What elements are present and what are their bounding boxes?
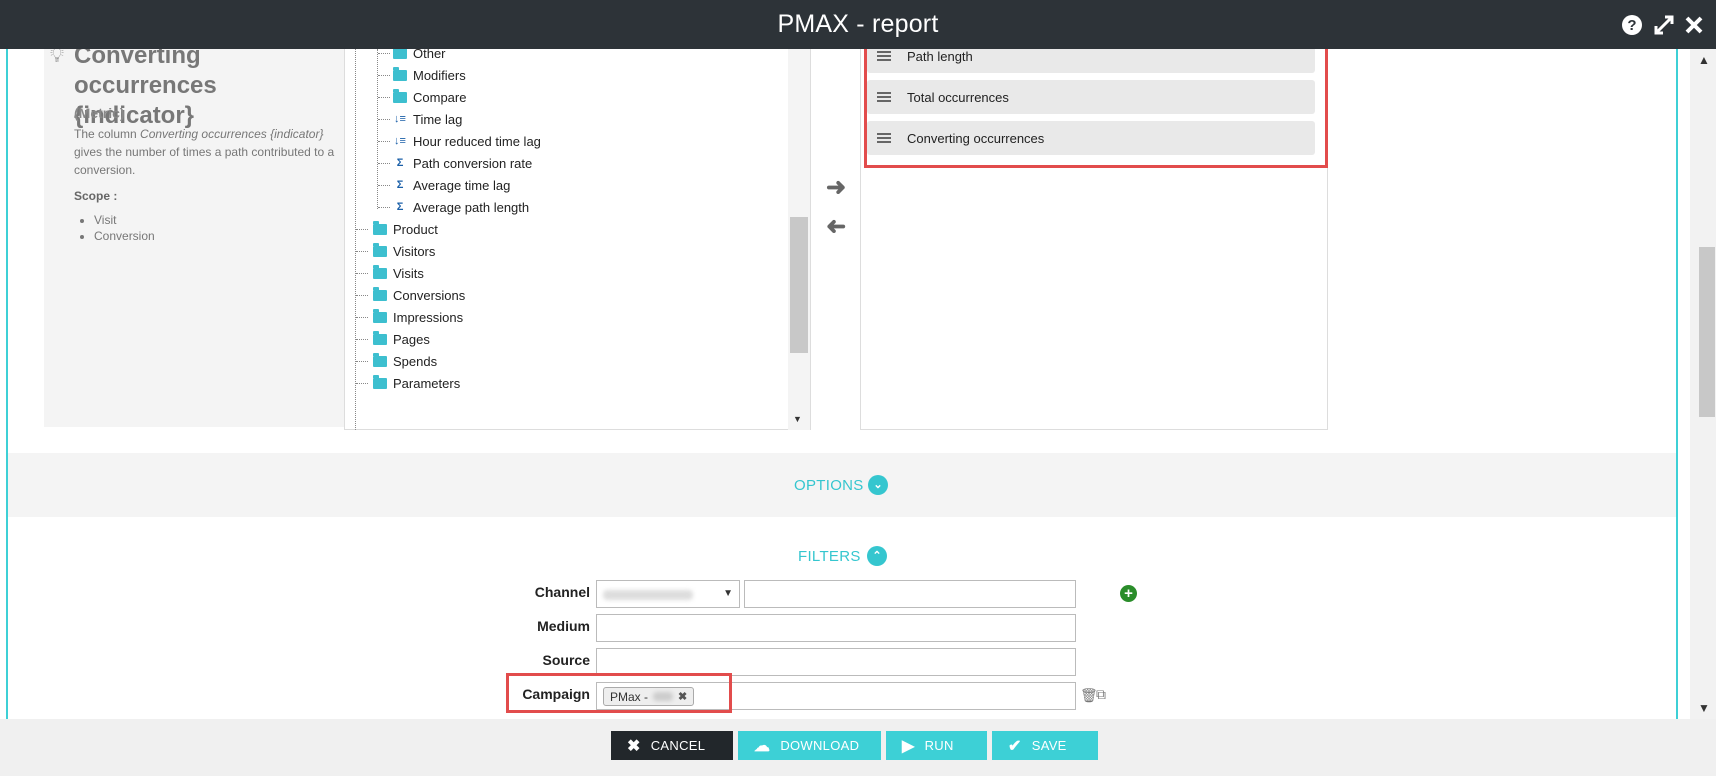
channel-select[interactable]: ▼: [596, 580, 740, 608]
highlight-campaign-filter: [506, 673, 732, 713]
tree-item-visitors[interactable]: Visitors: [373, 240, 435, 262]
source-label: Source: [542, 652, 590, 668]
cancel-button[interactable]: ✖ CANCEL: [611, 731, 733, 760]
cloud-download-icon: ☁: [754, 737, 771, 755]
tree-scrollbar[interactable]: ▼: [788, 49, 810, 430]
tree-item-product[interactable]: Product: [373, 218, 438, 240]
sum-metric-icon: Σ: [396, 179, 404, 191]
chevron-down-icon: ▼: [723, 588, 733, 599]
column-description-text: The column Converting occurrences {indic…: [74, 127, 335, 177]
folder-icon: [373, 286, 387, 301]
page-scrollbar[interactable]: ▲ ▼: [1690, 49, 1716, 719]
column-type: (Metric): [74, 105, 125, 121]
channel-value-input[interactable]: [744, 580, 1076, 608]
close-icon[interactable]: [1682, 13, 1706, 37]
add-column-arrow-icon[interactable]: ➜: [826, 173, 846, 202]
column-description: 💡︎ Converting occurrences {indicator} (M…: [44, 49, 344, 427]
folder-icon: [373, 264, 387, 279]
folder-icon: [393, 66, 407, 81]
download-button[interactable]: ☁ DOWNLOAD: [738, 731, 881, 760]
tree-item-time-lag[interactable]: ↓≡ Time lag: [393, 108, 462, 130]
folder-icon: [393, 88, 407, 103]
tree-item-average-time-lag[interactable]: Σ Average time lag: [393, 174, 511, 196]
sort-metric-icon: ↓≡: [394, 113, 406, 125]
help-icon[interactable]: ?: [1620, 13, 1644, 37]
options-label[interactable]: OPTIONS: [794, 477, 864, 494]
check-icon: ✔: [1008, 737, 1022, 755]
remove-column-arrow-icon[interactable]: ➜: [826, 212, 846, 241]
scope-item: Visit: [94, 212, 155, 228]
window-titlebar: PMAX - report ?: [0, 0, 1716, 49]
tree-item-path-conversion-rate[interactable]: Σ Path conversion rate: [393, 152, 533, 174]
sum-metric-icon: Σ: [396, 201, 404, 213]
play-icon: ▶: [902, 737, 915, 755]
expand-icon[interactable]: [1652, 13, 1676, 37]
filters-label[interactable]: FILTERS: [798, 548, 861, 565]
folder-icon: [373, 374, 387, 389]
tree-scroll-thumb[interactable]: [790, 217, 808, 353]
scope-label: Scope :: [74, 189, 118, 203]
highlight-selected-columns: [864, 49, 1328, 168]
tree-item-impressions[interactable]: Impressions: [373, 306, 463, 328]
tree-item-conversions[interactable]: Conversions: [373, 284, 465, 306]
tree-item-spends[interactable]: Spends: [373, 350, 437, 372]
source-input[interactable]: [596, 648, 1076, 676]
close-icon: ✖: [627, 737, 641, 755]
report-editor-panel: 💡︎ Converting occurrences {indicator} (M…: [6, 49, 1678, 719]
options-section: OPTIONS ⌄: [8, 453, 1676, 517]
window-title: PMAX - report: [777, 10, 939, 38]
folder-icon: [373, 242, 387, 257]
tree-item-hour-reduced-time-lag[interactable]: ↓≡ Hour reduced time lag: [393, 130, 541, 152]
folder-icon: [373, 352, 387, 367]
sum-metric-icon: Σ: [396, 157, 404, 169]
save-button[interactable]: ✔ SAVE: [992, 731, 1098, 760]
scroll-up-icon[interactable]: ▲: [1698, 53, 1710, 67]
footer-actions: ✖ CANCEL ☁ DOWNLOAD ▶ RUN ✔ SAVE: [0, 719, 1716, 776]
run-button[interactable]: ▶ RUN: [886, 731, 987, 760]
scope-list: Visit Conversion: [94, 212, 155, 244]
available-columns-tree: Other Modifiers Compare ↓≡ Time lag ↓≡ H…: [344, 49, 811, 430]
sort-metric-icon: ↓≡: [394, 135, 406, 147]
scroll-down-icon[interactable]: ▼: [793, 414, 802, 424]
svg-text:?: ?: [1627, 17, 1636, 34]
copy-icon[interactable]: ⧉: [1096, 686, 1106, 703]
chevron-up-icon[interactable]: ⌃: [867, 546, 887, 566]
tree-item-compare[interactable]: Compare: [393, 86, 466, 108]
tree-item-parameters[interactable]: Parameters: [373, 372, 460, 394]
chevron-down-icon[interactable]: ⌄: [868, 475, 888, 495]
scroll-down-icon[interactable]: ▼: [1698, 701, 1710, 715]
lightbulb-icon: 💡︎: [50, 49, 64, 67]
page-scroll-thumb[interactable]: [1699, 247, 1715, 417]
scope-item: Conversion: [94, 228, 155, 244]
medium-label: Medium: [537, 618, 590, 634]
add-filter-button[interactable]: +: [1120, 585, 1137, 602]
tree-item-modifiers[interactable]: Modifiers: [393, 64, 466, 86]
folder-icon: [373, 220, 387, 235]
medium-input[interactable]: [596, 614, 1076, 642]
tree-item-other[interactable]: Other: [393, 49, 446, 64]
tree-item-pages[interactable]: Pages: [373, 328, 430, 350]
tree-item-average-path-length[interactable]: Σ Average path length: [393, 196, 529, 218]
channel-label: Channel: [534, 584, 590, 600]
folder-icon: [373, 330, 387, 345]
tree-item-visits[interactable]: Visits: [373, 262, 424, 284]
folder-icon: [373, 308, 387, 323]
folder-icon: [393, 49, 407, 59]
